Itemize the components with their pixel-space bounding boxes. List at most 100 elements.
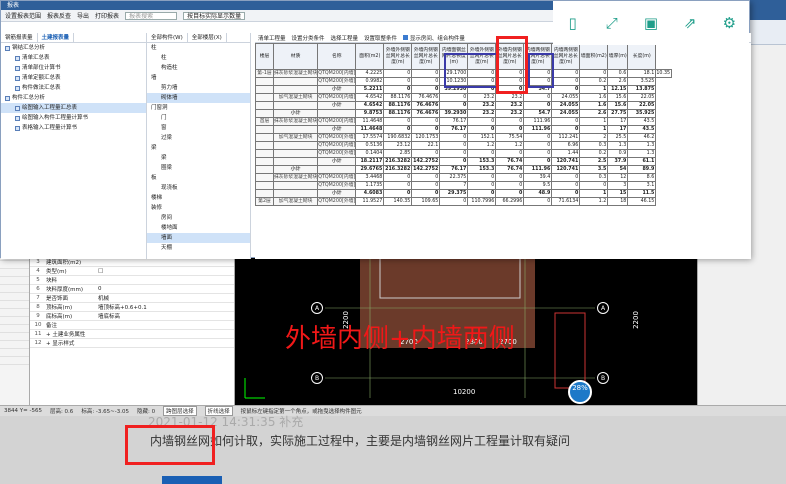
save-icon[interactable]: ▣ — [640, 12, 662, 34]
table-cell: QTQM200[内墙] — [317, 69, 357, 78]
document-icon — [15, 65, 20, 71]
component-tree-item[interactable]: 柱 — [147, 53, 250, 63]
component-tree-item[interactable]: 板 — [147, 173, 250, 183]
report-tree-item[interactable]: 清单部位计算书 — [1, 63, 146, 73]
table-cell: 111.96 — [523, 125, 553, 134]
tab-all-floors[interactable]: 全部楼层(X) — [188, 33, 227, 42]
component-tree-item[interactable]: 柱 — [147, 43, 250, 53]
report-tree-item[interactable]: 绘图输入构件工程量计算书 — [1, 113, 146, 123]
document-icon — [15, 75, 20, 81]
table-cell: 23.2 — [495, 109, 525, 118]
component-tree-item[interactable]: 装修 — [147, 203, 250, 213]
expand-icon[interactable]: ⤢ — [601, 12, 623, 34]
component-tree-item[interactable]: 现浇板 — [147, 183, 250, 193]
set-category-button[interactable]: 设置分类条件 — [292, 34, 325, 42]
property-row[interactable]: 8 顶标高(m) 墙顶标高+0.6+0.1 — [30, 303, 234, 312]
report-tree-item[interactable]: 绘图输入工程量汇总表 — [1, 103, 146, 113]
report-tree-item[interactable]: 表格输入工程量计算书 — [1, 123, 146, 133]
report-search-input[interactable]: 报表搜索 — [125, 11, 178, 20]
report-tree-item[interactable]: 构件汇总分析 — [1, 93, 146, 103]
component-tree-item[interactable]: 墙面 — [147, 233, 250, 243]
table-cell: 0 — [551, 173, 581, 182]
component-tree-item[interactable]: 梁 — [147, 143, 250, 153]
component-tree-item[interactable]: 梁 — [147, 153, 250, 163]
component-tree-item[interactable]: 天棚 — [147, 243, 250, 253]
select-quantity-button[interactable]: 选择工程量 — [331, 34, 359, 42]
panel-row — [0, 293, 29, 301]
report-tree-item[interactable]: 钢结汇总分析 — [1, 43, 146, 53]
phone-icon[interactable]: ▯ — [562, 12, 584, 34]
component-tree-label: 圈梁 — [161, 165, 173, 171]
table-cell — [317, 165, 357, 174]
table-cell — [255, 157, 274, 166]
set-report-range-button[interactable]: 设置报表范围 — [5, 11, 41, 20]
gear-icon[interactable]: ⚙ — [718, 12, 740, 34]
table-cell: 39.2930 — [439, 109, 469, 118]
component-tree-item[interactable]: 剪力墙 — [147, 83, 250, 93]
table-cell: 0 — [551, 125, 581, 134]
component-tree-item[interactable]: 构造柱 — [147, 63, 250, 73]
report-reverse-lookup-button[interactable]: 报表反查 — [47, 11, 71, 20]
bill-quantity-dropdown[interactable]: 清单工程量 — [258, 34, 286, 42]
report-tree-panel: 钢筋报表量 土建报表量 钢结汇总分析 清单汇总表 清单部位计算书 清单定额汇总表 构件做… — [1, 33, 147, 259]
table-cell: 0 — [411, 125, 441, 134]
post-action-button[interactable] — [162, 476, 222, 484]
component-tree-item[interactable]: 砌体墙 — [147, 93, 250, 103]
property-row[interactable]: 9 底标高(m) 墙底标高 — [30, 312, 234, 321]
property-row[interactable]: 3 建筑面积(m2) — [30, 258, 234, 267]
component-tree-item[interactable]: 圈梁 — [147, 163, 250, 173]
table-cell: 0.5136 — [355, 141, 385, 150]
property-row[interactable]: 11 + 土建业务属性 — [30, 330, 234, 339]
property-row[interactable]: 4 类型(m) □ — [30, 267, 234, 276]
component-tree-item[interactable]: 墙 — [147, 73, 250, 83]
table-cell: 109.65 — [411, 197, 441, 206]
tab-civil-report[interactable]: 土建报表量 — [37, 33, 75, 42]
property-row[interactable]: 7 是否饰面 机械 — [30, 294, 234, 303]
table-cell: 3.1 — [627, 181, 657, 190]
property-row[interactable]: 10 备注 — [30, 321, 234, 330]
property-cell: 底标高(m) — [46, 314, 73, 320]
tab-rebar-report[interactable]: 钢筋报表量 — [1, 33, 38, 42]
table-cell: 1 — [579, 117, 609, 126]
table-row: 小计 4.6083 0 0 29.375 0 0 48.9 0 1 15 11.5 — [255, 189, 672, 198]
property-cell: + 显示样式 — [46, 341, 75, 347]
component-tree-item[interactable]: 楼梯 — [147, 193, 250, 203]
share-icon[interactable]: ⇗ — [679, 12, 701, 34]
table-cell — [272, 157, 319, 166]
property-row[interactable]: 6 块料厚度(mm) 0 — [30, 285, 234, 294]
component-tree-item[interactable]: 过梁 — [147, 133, 250, 143]
table-cell: 0 — [467, 117, 497, 126]
component-tree-item[interactable]: 楼地面 — [147, 223, 250, 233]
table-cell: 76.4676 — [411, 101, 441, 110]
component-tree-label: 楼地面 — [161, 225, 178, 231]
property-cell: 6 — [36, 286, 40, 292]
set-rounding-button[interactable]: 设置取整条件 — [364, 34, 397, 42]
table-cell: 0.3 — [579, 141, 609, 150]
property-row[interactable]: 5 块料 — [30, 276, 234, 285]
table-cell: 1 — [579, 85, 609, 94]
table-cell: 17.5574 — [355, 133, 385, 142]
component-tree-item[interactable]: 门 — [147, 113, 250, 123]
export-button[interactable]: 导出 — [77, 11, 89, 20]
property-row[interactable]: 12 + 显示样式 — [30, 339, 234, 348]
property-cell: 8 — [36, 304, 40, 310]
show-room-checkbox[interactable]: 显示房间、组合构件量 — [403, 34, 465, 42]
table-cell: 0 — [411, 77, 441, 86]
table-cell: 54 — [607, 165, 629, 174]
table-cell: 1.6 — [579, 93, 609, 102]
component-tree-item[interactable]: 窗 — [147, 123, 250, 133]
table-cell: 2.85 — [383, 149, 413, 158]
document-icon — [15, 85, 20, 91]
table-cell: 12 — [607, 173, 629, 182]
report-tree-item[interactable]: 清单定额汇总表 — [1, 73, 146, 83]
table-cell: 37.9 — [607, 157, 629, 166]
report-tree-item[interactable]: 清单汇总表 — [1, 53, 146, 63]
report-tree-item[interactable]: 构件做法汇总表 — [1, 83, 146, 93]
table-cell: 17 — [607, 117, 629, 126]
tab-all-components[interactable]: 全部构件(W) — [147, 33, 188, 42]
table-cell: 3.525 — [627, 77, 657, 86]
print-report-button[interactable]: 打印报表 — [95, 11, 119, 20]
display-mode-dropdown[interactable]: 按目标实际显示数量 — [183, 11, 246, 20]
component-tree-item[interactable]: 门窗洞 — [147, 103, 250, 113]
component-tree-item[interactable]: 房间 — [147, 213, 250, 223]
